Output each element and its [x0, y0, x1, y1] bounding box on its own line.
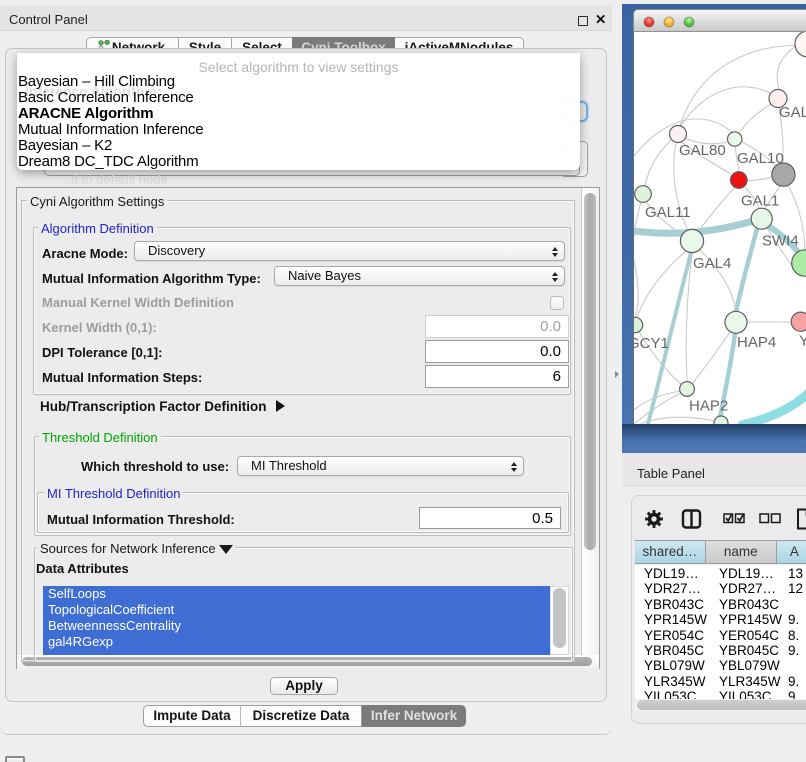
svg-text:HAP2: HAP2 [689, 398, 728, 415]
svg-text:GAL80: GAL80 [679, 142, 726, 159]
svg-text:GCY1: GCY1 [634, 335, 669, 352]
svg-text:Y: Y [799, 333, 806, 350]
svg-text:GAL11: GAL11 [645, 204, 691, 221]
svg-text:SWI4: SWI4 [762, 233, 799, 250]
svg-text:GAL1: GAL1 [741, 193, 779, 210]
svg-text:GAL7: GAL7 [779, 104, 806, 121]
svg-text:GAL10: GAL10 [737, 150, 784, 167]
svg-text:HAP4: HAP4 [737, 334, 776, 351]
svg-text:GAL4: GAL4 [693, 255, 731, 272]
